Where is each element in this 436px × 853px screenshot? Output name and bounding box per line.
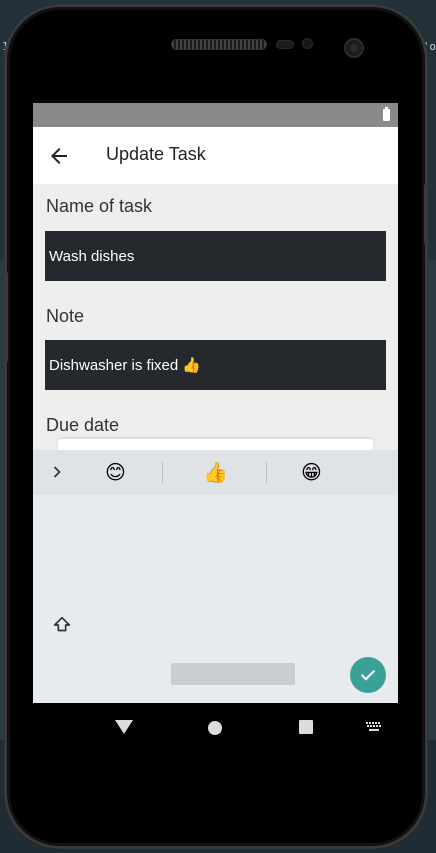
emoji-suggestion-grin[interactable]: 😁	[301, 461, 322, 483]
emoji-suggestion-bar: 😊 👍 😁	[33, 450, 398, 495]
task-form: Name of task Wash dishes Note Dishwasher…	[33, 184, 398, 451]
volume-button[interactable]	[4, 272, 8, 362]
app-bar: Update Task	[33, 127, 398, 184]
status-bar	[33, 103, 398, 127]
suggestion-divider	[162, 462, 163, 484]
name-of-task-label: Name of task	[46, 196, 153, 216]
emoji-suggestion-smile[interactable]: 😊	[105, 461, 126, 483]
suggestion-divider	[266, 462, 267, 484]
note-field[interactable]: Dishwasher is fixed 👍	[45, 340, 386, 390]
proximity-sensor	[276, 40, 294, 49]
note-label: Note	[46, 306, 85, 326]
earpiece-speaker	[171, 39, 267, 50]
emoji-suggestion-thumbs-up[interactable]: 👍	[203, 461, 228, 483]
arrow-back-icon[interactable]	[47, 144, 71, 168]
check-icon	[361, 670, 375, 681]
power-button[interactable]	[424, 184, 428, 244]
page-title: Update Task	[106, 144, 206, 164]
done-button[interactable]	[350, 657, 386, 693]
nav-back-icon[interactable]	[115, 720, 133, 734]
chevron-right-icon[interactable]	[47, 462, 67, 482]
keyboard-icon[interactable]	[366, 722, 382, 732]
navigation-bar	[33, 703, 398, 750]
device-screen: Update Task Name of task Wash dishes Not…	[33, 103, 398, 750]
nav-home-icon[interactable]	[208, 721, 222, 735]
nav-recents-icon[interactable]	[299, 720, 313, 734]
soft-keyboard: 😊 👍 😁	[33, 450, 398, 703]
shift-icon[interactable]	[51, 613, 73, 637]
battery-icon	[383, 107, 390, 121]
spacebar-key[interactable]	[171, 663, 295, 685]
task-name-field[interactable]: Wash dishes	[45, 231, 386, 281]
front-camera	[344, 38, 364, 58]
light-sensor	[302, 38, 313, 49]
due-date-label: Due date	[46, 415, 120, 435]
